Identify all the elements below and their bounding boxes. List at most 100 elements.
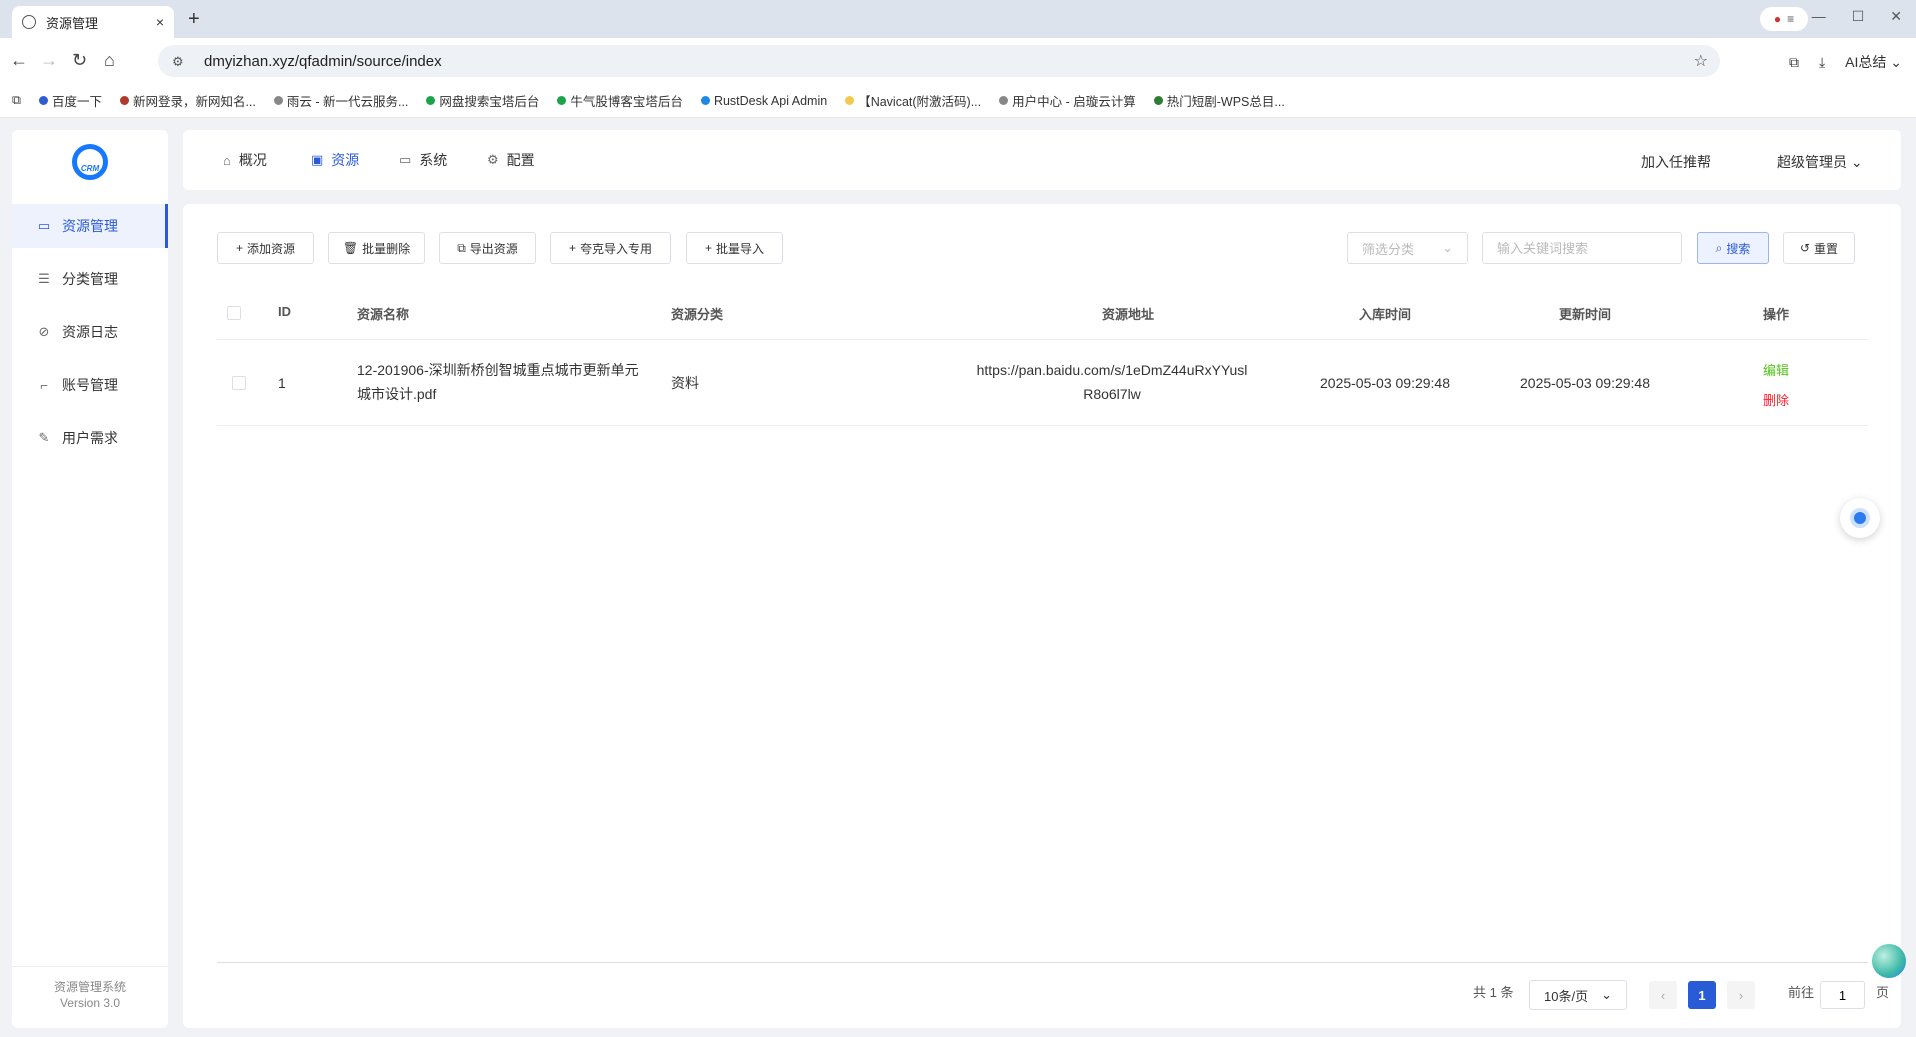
page-size-select[interactable]: 10条/页 ⌄ [1529, 980, 1627, 1010]
sidebar-item-category-management[interactable]: ☰ 分类管理 [12, 257, 168, 301]
bookmark-item[interactable]: 网盘搜索宝塔后台 [426, 91, 539, 110]
bookmark-icon [119, 96, 129, 105]
bookmark-star-icon[interactable]: ☆ [1694, 51, 1708, 71]
user-menu[interactable]: 超级管理员 ⌄ [1777, 152, 1863, 172]
header-id: ID [278, 304, 291, 319]
tab-config[interactable]: ⚙ 配置 [487, 150, 535, 170]
button-label: 添加资源 [247, 241, 296, 256]
quark-import-button[interactable]: + 夸克导入专用 [550, 232, 671, 264]
sidebar-item-user-requests[interactable]: ✎ 用户需求 [12, 416, 168, 460]
user-name: 超级管理员 [1777, 154, 1847, 170]
system-version: Version 3.0 [59, 996, 121, 1010]
add-resource-button[interactable]: + 添加资源 [217, 232, 314, 264]
url-field[interactable]: ⚙ dmyizhan.xyz/qfadmin/source/index ☆ [158, 45, 1720, 77]
sidebar-item-label: 用户需求 [62, 430, 118, 446]
chevron-down-icon: ⌄ [1847, 154, 1863, 170]
batch-delete-button[interactable]: 🗑 批量删除 [328, 232, 425, 264]
tab-title: 资源管理 [46, 15, 99, 31]
extensions-icon[interactable]: ⧉ [1789, 54, 1799, 71]
cell-category: 资料 [671, 375, 699, 391]
tab-label: 资源 [331, 152, 360, 168]
export-resource-button[interactable]: ⧉ 导出资源 [439, 232, 536, 264]
sidebar-item-account-management[interactable]: ⌐ 账号管理 [12, 363, 168, 407]
button-label: 重置 [1814, 241, 1839, 256]
bookmark-item[interactable]: RustDesk Api Admin [700, 93, 828, 108]
apps-icon[interactable]: ⧉ [12, 93, 21, 108]
trash-icon: 🗑 [342, 241, 359, 255]
system-name: 资源管理系统 [53, 980, 126, 994]
row-checkbox[interactable] [232, 376, 246, 390]
window-controls: — ☐ ✕ [1812, 8, 1902, 25]
button-label: 批量导入 [716, 241, 765, 256]
select-all-checkbox[interactable] [227, 306, 241, 320]
browser-tools: ⧉ ⤓ AI总结 ⌄ [1789, 52, 1902, 72]
bookmark-label: 【Navicat(附激活码)... [858, 95, 982, 109]
tab-close-icon[interactable]: × [156, 14, 164, 30]
maximize-icon[interactable]: ☐ [1852, 8, 1865, 25]
plus-icon: + [568, 241, 576, 255]
sidebar-item-resource-management[interactable]: ▭ 资源管理 [12, 204, 168, 248]
bookmark-item[interactable]: 牛气股博客宝塔后台 [557, 91, 683, 110]
browser-tab[interactable]: 资源管理 × [12, 6, 174, 38]
home-icon[interactable]: ⌂ [104, 50, 115, 71]
keyword-search-input[interactable] [1482, 232, 1682, 264]
chevron-down-icon: ⌄ [1442, 240, 1453, 255]
tab-system[interactable]: ▭ 系统 [399, 150, 447, 170]
button-label: 搜索 [1726, 241, 1751, 256]
name-line: 12-201906-深圳新桥创智城重点城市更新单元 [357, 362, 639, 378]
forward-icon[interactable]: → [40, 50, 58, 71]
ai-summary-button[interactable]: AI总结 ⌄ [1845, 52, 1902, 72]
cell-name: 12-201906-深圳新桥创智城重点城市更新单元 城市设计.pdf [357, 358, 657, 406]
site-info-icon[interactable]: ⚙ [172, 54, 186, 69]
header-actions: 操作 [1763, 307, 1790, 322]
bookmark-icon [426, 96, 436, 105]
table-row: 1 12-201906-深圳新桥创智城重点城市更新单元 城市设计.pdf 资料 … [217, 340, 1868, 426]
bookmark-item[interactable]: 百度一下 [38, 91, 102, 110]
sidebar-footer: 资源管理系统 Version 3.0 [12, 966, 168, 1028]
footer-divider [217, 962, 1868, 963]
download-icon[interactable]: ⤓ [1819, 54, 1825, 71]
bookmark-icon [1153, 96, 1163, 105]
back-icon[interactable]: ← [10, 50, 28, 71]
bookmark-item[interactable]: 新网登录，新网知名... [119, 91, 256, 110]
search-button[interactable]: ⌕ 搜索 [1697, 232, 1769, 264]
bookmark-label: RustDesk Api Admin [713, 93, 828, 108]
edit-link[interactable]: 编辑 [1763, 356, 1789, 386]
prev-page-button[interactable]: ‹ [1649, 981, 1677, 1009]
new-tab-button[interactable]: + [188, 8, 200, 31]
category-filter-select[interactable]: 筛选分类 ⌄ [1347, 232, 1468, 264]
reload-icon[interactable]: ↻ [72, 50, 87, 71]
goto-page-input[interactable] [1820, 981, 1865, 1009]
reset-button[interactable]: ↺ 重置 [1783, 232, 1855, 264]
tab-resources[interactable]: ▣ 资源 [311, 150, 359, 170]
header-updated: 更新时间 [1559, 307, 1612, 322]
bookmark-item[interactable]: 雨云 - 新一代云服务... [273, 91, 408, 110]
next-page-button[interactable]: › [1727, 981, 1755, 1009]
cell-created: 2025-05-03 09:29:48 [1320, 375, 1450, 391]
page-number-current[interactable]: 1 [1688, 981, 1716, 1009]
chevron-down-icon: ⌄ [1601, 987, 1612, 1002]
bookmark-item[interactable]: 用户中心 - 启璇云计算 [999, 91, 1136, 110]
sidebar-item-label: 资源管理 [62, 218, 118, 234]
top-nav: ⌂ 概况 ▣ 资源 ▭ 系统 ⚙ 配置 加入任推帮 超级管理员 ⌄ [183, 130, 1901, 190]
extension-pill[interactable]: ● ≡ [1760, 7, 1808, 31]
bookmark-item[interactable]: 【Navicat(附激活码)... [845, 91, 981, 110]
window-close-icon[interactable]: ✕ [1890, 8, 1902, 25]
tab-overview[interactable]: ⌂ 概况 [223, 150, 267, 170]
delete-link[interactable]: 删除 [1763, 386, 1789, 416]
plus-icon: + [704, 241, 712, 255]
cell-actions: 编辑 删除 [1763, 356, 1789, 416]
url-line: R8o6l7lw [1083, 386, 1141, 402]
minimize-icon[interactable]: — [1812, 8, 1826, 25]
bookmark-icon [845, 96, 855, 105]
bookmark-item[interactable]: 热门短剧-WPS总目... [1153, 91, 1285, 110]
sidebar-item-resource-log[interactable]: ⊘ 资源日志 [12, 310, 168, 354]
recommend-link[interactable]: 加入任推帮 [1641, 152, 1711, 172]
batch-import-button[interactable]: + 批量导入 [686, 232, 783, 264]
floating-chat-button[interactable] [1840, 498, 1880, 538]
tab-label: 系统 [419, 152, 448, 168]
tab-label: 概况 [238, 152, 267, 168]
sidebar-item-label: 账号管理 [62, 377, 118, 393]
crm-logo: CRM [72, 144, 108, 180]
floating-assistant-icon[interactable] [1872, 944, 1906, 978]
